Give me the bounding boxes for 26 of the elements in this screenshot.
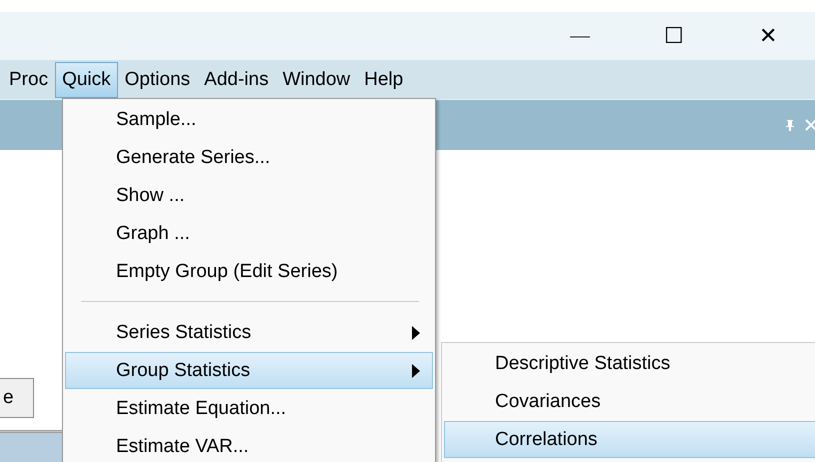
menu-item[interactable]: Correlations (444, 421, 815, 458)
menu-bar-item[interactable]: Add-ins (197, 62, 276, 98)
menu-item[interactable]: Group Statistics (65, 352, 433, 389)
menu-item[interactable]: Covariances (444, 383, 815, 420)
menu-bar-item[interactable]: Options (118, 62, 198, 98)
menu-item[interactable]: Empty Group (Edit Series) (65, 253, 433, 290)
menu-item[interactable]: Graph ... (65, 215, 433, 252)
submenu-arrow-icon (412, 364, 420, 378)
menu-item[interactable]: Descriptive Statistics (444, 345, 815, 382)
menu-bar-item[interactable]: Proc (2, 62, 56, 98)
menu-bar-item[interactable]: Quick (55, 62, 118, 98)
window-control-button[interactable]: ✕ (721, 12, 815, 60)
menu-item[interactable]: Generate Series... (65, 139, 433, 176)
menu-bar-item[interactable]: Window (276, 62, 358, 98)
menu-item[interactable]: Estimate VAR... (65, 428, 433, 462)
menu-item[interactable]: Show ... (65, 177, 433, 214)
pin-icon[interactable] (785, 119, 795, 131)
menu-item[interactable]: Series Statistics (65, 314, 433, 351)
menu-bar-item[interactable]: Help (357, 62, 410, 98)
submenu-arrow-icon (412, 326, 420, 340)
panel-button[interactable]: e (0, 378, 34, 418)
menu-item[interactable]: Estimate Equation... (65, 390, 433, 427)
menu-item[interactable]: Sample... (65, 101, 433, 138)
window-control-button[interactable]: ☐ (627, 12, 721, 60)
window-control-button[interactable]: — (533, 12, 627, 60)
close-icon[interactable] (805, 119, 815, 131)
